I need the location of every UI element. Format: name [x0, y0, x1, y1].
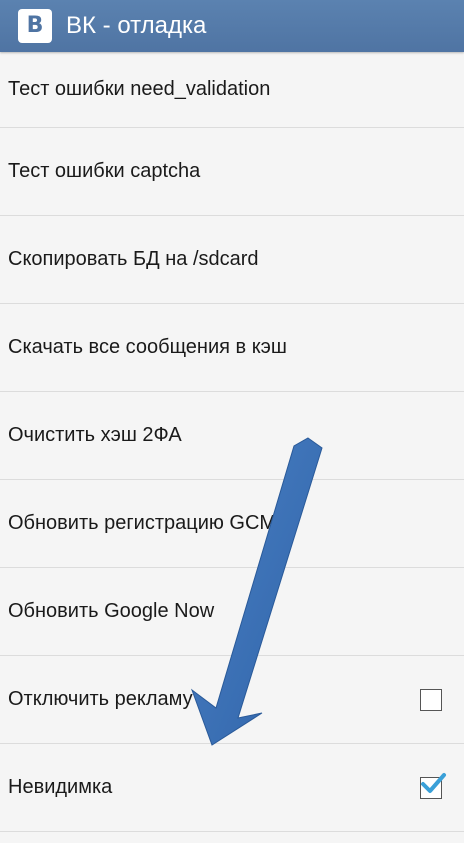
- list-item-invisible[interactable]: Невидимка: [0, 744, 464, 832]
- list-item-update-gcm[interactable]: Обновить регистрацию GCM: [0, 480, 464, 568]
- list-item-captcha[interactable]: Тест ошибки captcha: [0, 128, 464, 216]
- list-item-label: Обновить регистрацию GCM: [8, 512, 277, 534]
- settings-list: Тест ошибки need_validation Тест ошибки …: [0, 52, 464, 832]
- list-item-label: Очистить хэш 2ФА: [8, 424, 182, 446]
- app-title: ВК - отладка: [66, 12, 207, 39]
- checkmark-icon: [421, 772, 446, 793]
- list-item-clear-2fa-hash[interactable]: Очистить хэш 2ФА: [0, 392, 464, 480]
- list-item-label: Тест ошибки captcha: [8, 160, 201, 182]
- list-item-download-messages[interactable]: Скачать все сообщения в кэш: [0, 304, 464, 392]
- vk-logo-icon[interactable]: B: [18, 9, 52, 43]
- list-item-disable-ads[interactable]: Отключить рекламу: [0, 656, 464, 744]
- list-item-label: Отключить рекламу: [8, 688, 193, 710]
- list-item-label: Скопировать БД на /sdcard: [8, 248, 259, 270]
- list-item-copy-db[interactable]: Скопировать БД на /sdcard: [0, 216, 464, 304]
- list-item-label: Невидимка: [8, 776, 113, 798]
- invisible-checkbox[interactable]: [420, 772, 446, 799]
- disable-ads-checkbox[interactable]: [420, 688, 442, 711]
- list-item-update-google-now[interactable]: Обновить Google Now: [0, 568, 464, 656]
- list-item-need-validation[interactable]: Тест ошибки need_validation: [0, 52, 464, 128]
- list-item-label: Тест ошибки need_validation: [8, 78, 271, 100]
- list-item-label: Обновить Google Now: [8, 600, 215, 622]
- list-item-label: Скачать все сообщения в кэш: [8, 336, 287, 358]
- app-bar: B ВК - отладка: [0, 0, 464, 52]
